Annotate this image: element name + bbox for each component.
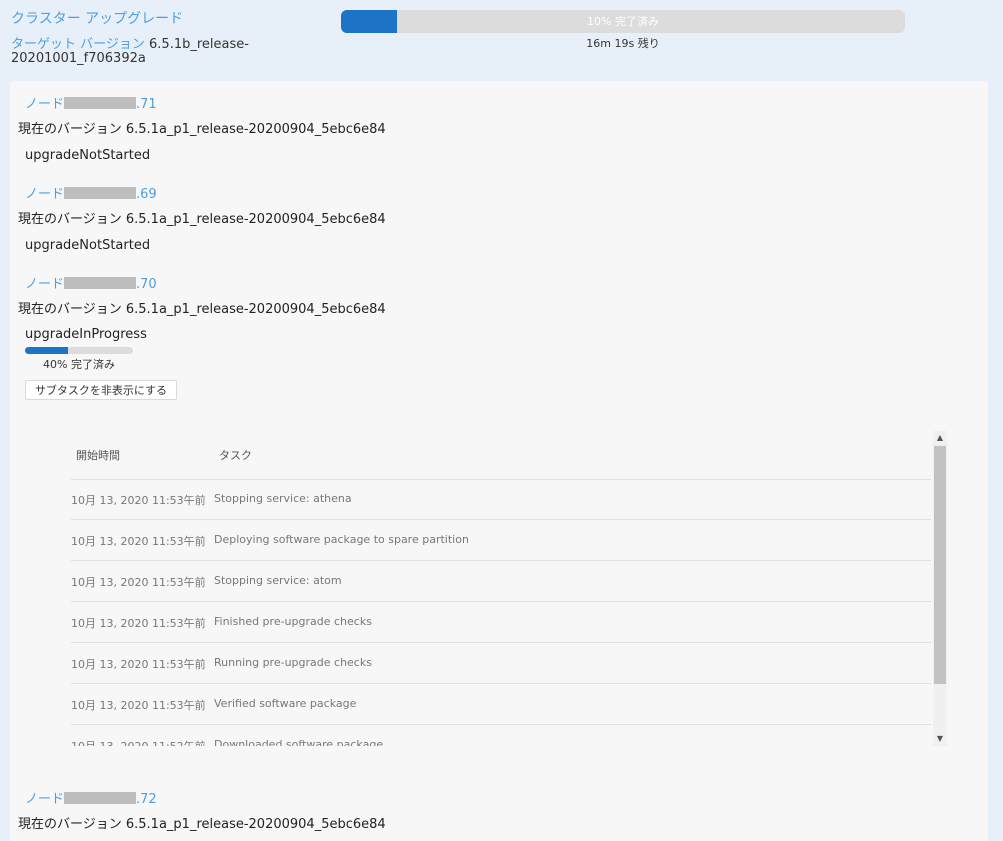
node-label: ノード xyxy=(25,792,65,807)
node-name: ノード .69 xyxy=(25,183,157,202)
node-status: upgradeInProgress xyxy=(25,327,147,342)
node-label: ノード xyxy=(25,187,65,202)
scroll-down-arrow-icon[interactable]: ▼ xyxy=(933,732,947,746)
redacted-ip xyxy=(64,187,137,199)
node-name: ノード .71 xyxy=(25,93,157,112)
table-row: 10月 13, 2020 11:53午前 Deploying software p… xyxy=(71,520,931,561)
current-version: 現在のバージョン 6.5.1a_p1_release-20200904_5ebc… xyxy=(18,212,386,227)
table-row: 10月 13, 2020 11:53午前 Finished pre-upgrade… xyxy=(71,602,931,643)
target-version: ターゲット バージョン 6.5.1b_release-20201001_f706… xyxy=(11,38,251,66)
cluster-progress-text: 10% 完了済み xyxy=(587,15,659,28)
node-progress-text: 40% 完了済み xyxy=(43,358,115,371)
row-task: Deploying software package to spare part… xyxy=(214,533,469,546)
column-header-task[interactable]: タスク xyxy=(219,447,252,463)
table-row: 10月 13, 2020 11:52午前 Downloaded software … xyxy=(71,725,931,746)
node-status: upgradeNotStarted xyxy=(25,238,151,253)
row-time: 10月 13, 2020 11:53午前 xyxy=(71,617,206,630)
redacted-ip xyxy=(64,97,137,109)
subtasks-table: 開始時間 タスク 10月 13, 2020 11:53午前 Stopping se… xyxy=(71,431,947,746)
row-task: Stopping service: atom xyxy=(214,574,342,587)
row-time: 10月 13, 2020 11:53午前 xyxy=(71,494,206,507)
node-name: ノード .70 xyxy=(25,273,157,292)
table-body: 10月 13, 2020 11:53午前 Stopping service: at… xyxy=(71,479,931,746)
row-task: Finished pre-upgrade checks xyxy=(214,615,372,628)
target-version-label: ターゲット バージョン xyxy=(11,37,145,52)
node-ip-suffix: .69 xyxy=(136,187,157,202)
row-time: 10月 13, 2020 11:53午前 xyxy=(71,535,206,548)
page-title: クラスター アップグレード xyxy=(11,11,184,27)
node-progress-fill xyxy=(25,347,69,354)
scrollbar-thumb[interactable] xyxy=(934,446,946,684)
node-name: ノード .72 xyxy=(25,788,157,807)
node-label: ノード xyxy=(25,97,65,112)
node-ip-suffix: .71 xyxy=(136,97,157,112)
row-time: 10月 13, 2020 11:52午前 xyxy=(71,738,206,746)
table-header: 開始時間 タスク xyxy=(71,431,931,480)
node-progress-bar xyxy=(25,347,133,354)
row-time: 10月 13, 2020 11:53午前 xyxy=(71,699,206,712)
row-time: 10月 13, 2020 11:53午前 xyxy=(71,658,206,671)
current-version: 現在のバージョン 6.5.1a_p1_release-20200904_5ebc… xyxy=(18,302,386,317)
node-ip-suffix: .70 xyxy=(136,277,157,292)
row-task: Verified software package xyxy=(214,697,357,710)
redacted-ip xyxy=(64,277,137,289)
node-status: upgradeNotStarted xyxy=(25,148,151,163)
current-version: 現在のバージョン 6.5.1a_p1_release-20200904_5ebc… xyxy=(18,817,386,832)
time-remaining: 16m 19s 残り xyxy=(586,37,660,50)
header: クラスター アップグレード ターゲット バージョン 6.5.1b_release… xyxy=(0,0,1003,80)
table-row: 10月 13, 2020 11:53午前 Verified software pa… xyxy=(71,684,931,725)
table-row: 10月 13, 2020 11:53午前 Stopping service: at… xyxy=(71,479,931,520)
node-label: ノード xyxy=(25,277,65,292)
column-header-start-time[interactable]: 開始時間 xyxy=(76,447,120,463)
cluster-progress-bar: 10% 完了済み xyxy=(341,10,905,33)
table-row: 10月 13, 2020 11:53午前 Running pre-upgrade … xyxy=(71,643,931,684)
row-task: Stopping service: athena xyxy=(214,492,352,505)
node-ip-suffix: .72 xyxy=(136,792,157,807)
hide-subtasks-button[interactable]: サブタスクを非表示にする xyxy=(25,380,177,400)
row-task: Downloaded software package xyxy=(214,738,384,746)
nodes-panel: ノード .71 現在のバージョン 6.5.1a_p1_release-202009… xyxy=(10,81,988,841)
row-time: 10月 13, 2020 11:53午前 xyxy=(71,576,206,589)
current-version: 現在のバージョン 6.5.1a_p1_release-20200904_5ebc… xyxy=(18,122,386,137)
scroll-up-arrow-icon[interactable]: ▲ xyxy=(933,431,947,445)
redacted-ip xyxy=(64,792,137,804)
table-scrollbar[interactable]: ▲ ▼ xyxy=(933,431,947,746)
table-row: 10月 13, 2020 11:53午前 Stopping service: at… xyxy=(71,561,931,602)
row-task: Running pre-upgrade checks xyxy=(214,656,372,669)
